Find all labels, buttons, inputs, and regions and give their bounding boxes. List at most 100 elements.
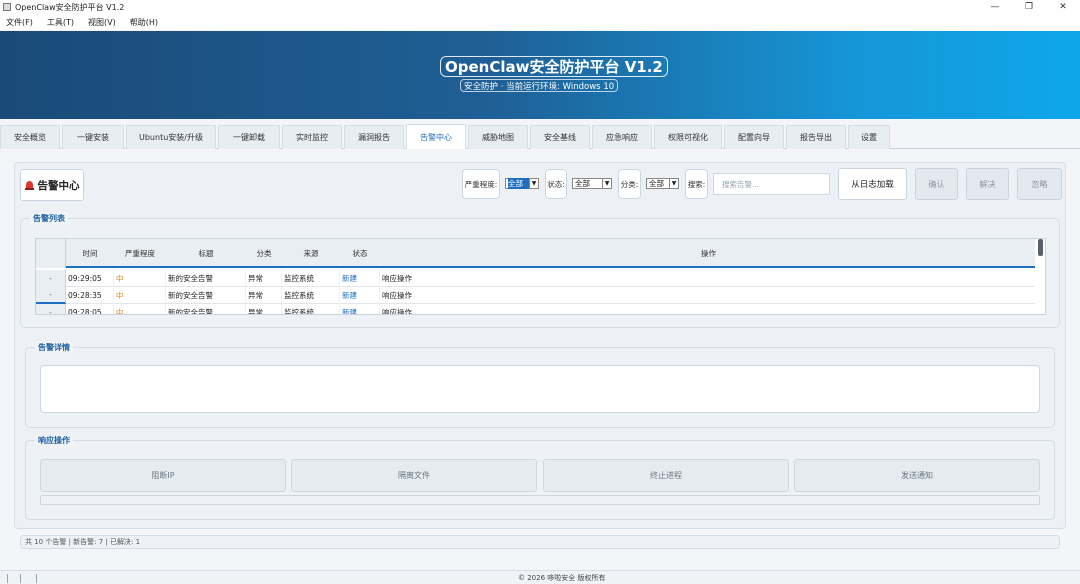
row-marker[interactable]: - xyxy=(36,270,66,287)
cell-severity: 中 xyxy=(114,270,166,287)
block-ip-button[interactable]: 阻断IP xyxy=(40,459,286,492)
menu-file[interactable]: 文件(F) xyxy=(6,17,33,28)
tab-vuln-report[interactable]: 漏洞报告 xyxy=(344,125,404,149)
alert-detail-title: 告警详情 xyxy=(35,342,73,353)
cell-title: 新的安全告警 xyxy=(166,270,246,287)
quarantine-file-button[interactable]: 隔离文件 xyxy=(291,459,537,492)
category-select[interactable]: 全部 ▼ xyxy=(646,178,679,189)
status-separator xyxy=(36,574,37,583)
table-row[interactable]: - 09:29:05 中 新的安全告警 异常 监控系统 新建 响应操作 xyxy=(36,270,1037,287)
alert-center-title: 告警中心 xyxy=(37,179,80,192)
send-notification-button[interactable]: 发送通知 xyxy=(794,459,1040,492)
row-marker[interactable]: - xyxy=(36,287,66,304)
cell-action[interactable]: 响应操作 xyxy=(380,287,1037,304)
menu-bar: 文件(F) 工具(T) 视图(V) 帮助(H) xyxy=(0,14,1080,30)
cell-status: 新建 xyxy=(340,304,380,314)
status-separator xyxy=(20,574,21,583)
row-marker[interactable]: - xyxy=(36,304,66,314)
banner-title: OpenClaw安全防护平台 V1.2 xyxy=(440,56,668,77)
menu-view[interactable]: 视图(V) xyxy=(88,17,116,28)
tab-config-wizard[interactable]: 配置向导 xyxy=(724,125,784,149)
table-row[interactable]: - 09:28:05 中 新的安全告警 异常 监控系统 新建 响应操作 xyxy=(36,304,1037,314)
status-filter-label: 状态: xyxy=(545,169,567,199)
search-label: 搜索: xyxy=(685,169,708,199)
app-icon xyxy=(3,3,11,11)
chevron-down-icon: ▼ xyxy=(602,179,611,188)
banner-subtitle: 安全防护 · 当前运行环境: Windows 10 xyxy=(460,79,619,92)
cell-status: 新建 xyxy=(340,287,380,304)
table-corner xyxy=(36,239,66,268)
col-severity[interactable]: 严重程度 xyxy=(114,239,166,268)
tab-bar: 安全概览 一键安装 Ubuntu安装/升级 一键卸载 实时监控 漏洞报告 告警中… xyxy=(0,123,1080,149)
alert-list-title: 告警列表 xyxy=(30,213,68,224)
status-bar: © 2026 哆啦安全 版权所有 xyxy=(0,570,1080,584)
col-title[interactable]: 标题 xyxy=(166,239,246,268)
load-from-log-button[interactable]: 从日志加载 xyxy=(838,168,907,200)
severity-select[interactable]: 全部 ▼ xyxy=(505,178,539,189)
response-progress-bar xyxy=(40,495,1040,505)
response-actions-title: 响应操作 xyxy=(35,435,73,446)
severity-filter-label: 严重程度: xyxy=(462,169,500,199)
search-input[interactable]: 搜索告警... xyxy=(713,173,830,195)
cell-action[interactable]: 响应操作 xyxy=(380,304,1037,314)
cell-title: 新的安全告警 xyxy=(166,304,246,314)
alert-detail-text[interactable] xyxy=(40,365,1040,413)
tab-one-click-uninstall[interactable]: 一键卸载 xyxy=(218,125,280,149)
cell-status: 新建 xyxy=(340,270,380,287)
chevron-down-icon: ▼ xyxy=(529,179,538,188)
tab-alert-center[interactable]: 告警中心 xyxy=(406,124,466,149)
cell-severity: 中 xyxy=(114,304,166,314)
close-button[interactable]: ✕ xyxy=(1046,0,1080,14)
cell-source: 监控系统 xyxy=(282,270,340,287)
col-time[interactable]: 时间 xyxy=(66,239,114,268)
terminate-process-button[interactable]: 终止进程 xyxy=(543,459,789,492)
menu-tools[interactable]: 工具(T) xyxy=(47,17,74,28)
table-scrollbar[interactable] xyxy=(1035,239,1045,314)
table-row[interactable]: - 09:28:35 中 新的安全告警 异常 监控系统 新建 响应操作 xyxy=(36,287,1037,304)
tab-emergency-response[interactable]: 应急响应 xyxy=(592,125,652,149)
confirm-button[interactable]: 确认 xyxy=(915,168,958,200)
alert-summary: 共 10 个告警 | 新告警: 7 | 已解决: 1 xyxy=(20,535,1060,549)
tab-one-click-install[interactable]: 一键安装 xyxy=(62,125,124,149)
header-banner: OpenClaw安全防护平台 V1.2 安全防护 · 当前运行环境: Windo… xyxy=(0,31,1080,119)
cell-source: 监控系统 xyxy=(282,304,340,314)
tab-permission-visual[interactable]: 权限可视化 xyxy=(654,125,722,149)
tab-ubuntu-install[interactable]: Ubuntu安装/升级 xyxy=(126,125,216,149)
cell-category: 异常 xyxy=(246,287,282,304)
title-bar: OpenClaw安全防护平台 V1.2 — ❐ ✕ xyxy=(0,0,1080,14)
tab-threat-map[interactable]: 威胁地图 xyxy=(468,125,528,149)
status-separator xyxy=(7,574,8,583)
menu-help[interactable]: 帮助(H) xyxy=(130,17,158,28)
col-status[interactable]: 状态 xyxy=(340,239,380,268)
col-source[interactable]: 来源 xyxy=(282,239,340,268)
tab-realtime-monitor[interactable]: 实时监控 xyxy=(282,125,342,149)
col-category[interactable]: 分类 xyxy=(246,239,282,268)
cell-action[interactable]: 响应操作 xyxy=(380,270,1037,287)
ignore-button[interactable]: 忽略 xyxy=(1017,168,1062,200)
cell-severity: 中 xyxy=(114,287,166,304)
tab-settings[interactable]: 设置 xyxy=(848,125,890,149)
minimize-button[interactable]: — xyxy=(978,0,1012,14)
scrollbar-thumb[interactable] xyxy=(1038,239,1043,256)
window-controls: — ❐ ✕ xyxy=(978,0,1080,14)
cell-title: 新的安全告警 xyxy=(166,287,246,304)
alarm-icon xyxy=(24,180,34,190)
cell-category: 异常 xyxy=(246,270,282,287)
tab-security-overview[interactable]: 安全概览 xyxy=(0,125,60,149)
cell-category: 异常 xyxy=(246,304,282,314)
cell-source: 监控系统 xyxy=(282,287,340,304)
category-filter-label: 分类: xyxy=(618,169,641,199)
tab-security-baseline[interactable]: 安全基线 xyxy=(530,125,590,149)
tab-report-export[interactable]: 报告导出 xyxy=(786,125,846,149)
alert-center-header: 告警中心 xyxy=(20,169,84,201)
cell-time: 09:29:05 xyxy=(66,270,114,287)
alert-table[interactable]: 时间 严重程度 标题 分类 来源 状态 操作 - 09:29:05 中 新的安全… xyxy=(35,238,1046,315)
cell-time: 09:28:35 xyxy=(66,287,114,304)
resolve-button[interactable]: 解决 xyxy=(966,168,1009,200)
col-action[interactable]: 操作 xyxy=(380,239,1037,268)
chevron-down-icon: ▼ xyxy=(669,179,678,188)
maximize-button[interactable]: ❐ xyxy=(1012,0,1046,14)
copyright-text: © 2026 哆啦安全 版权所有 xyxy=(518,574,606,582)
cell-time: 09:28:05 xyxy=(66,304,114,314)
status-select[interactable]: 全部 ▼ xyxy=(572,178,612,189)
